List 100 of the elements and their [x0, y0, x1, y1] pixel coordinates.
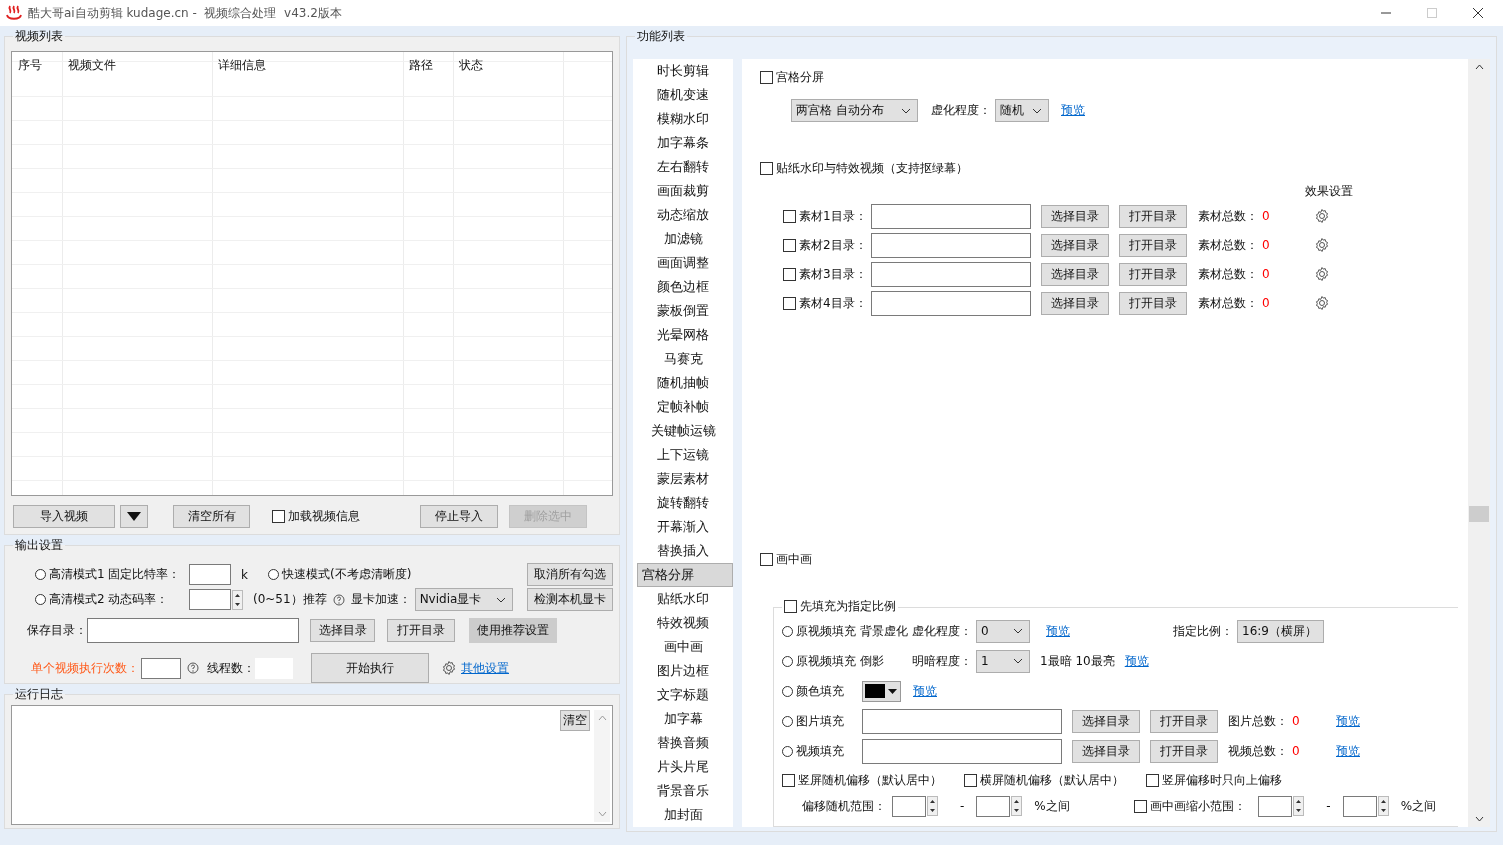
function-item[interactable]: 马赛克 [633, 347, 733, 371]
function-item[interactable]: 背景音乐 [633, 779, 733, 803]
settings-icon[interactable] [1314, 266, 1330, 282]
folder-field[interactable] [871, 232, 1031, 258]
radio-button[interactable]: 视频填充 [782, 742, 862, 760]
preview-link[interactable]: 预览 [913, 682, 937, 700]
scroll-down-icon[interactable] [1474, 816, 1484, 822]
checkbox[interactable]: 先填充为指定比例 [784, 598, 896, 615]
dropdown-button[interactable] [120, 505, 148, 528]
bitrate-field[interactable] [189, 564, 231, 585]
settings-icon[interactable] [1314, 237, 1330, 253]
function-item[interactable]: 画面裁剪 [633, 179, 733, 203]
number-field[interactable] [892, 795, 926, 817]
checkbox[interactable]: 素材1目录： [783, 207, 871, 225]
column-header[interactable]: 详细信息 [212, 52, 403, 76]
folder-field[interactable] [871, 261, 1031, 287]
radio-button[interactable]: 颜色填充 [782, 682, 862, 700]
function-item[interactable]: 加封面 [633, 803, 733, 827]
open-dir-button[interactable]: 打开目录 [1119, 204, 1187, 228]
function-item[interactable]: 特效视频 [633, 611, 733, 635]
spin-buttons-icon[interactable] [1377, 796, 1389, 816]
value-dropdown[interactable]: 0 [976, 619, 1030, 643]
function-item[interactable]: 贴纸水印 [633, 587, 733, 611]
number-field[interactable] [189, 589, 231, 610]
function-item[interactable]: 加字幕条 [633, 131, 733, 155]
checkbox[interactable]: 画中画 [760, 551, 812, 568]
choose-dir-button[interactable]: 选择目录 [1041, 204, 1109, 228]
run-count-field[interactable] [141, 657, 181, 679]
preview-link[interactable]: 预览 [1336, 742, 1360, 760]
function-item[interactable]: 宫格分屏 [637, 563, 733, 587]
number-field[interactable] [976, 795, 1011, 817]
checkbox[interactable]: 加载视频信息 [272, 508, 360, 525]
function-item[interactable]: 随机变速 [633, 83, 733, 107]
log-area[interactable]: 清空 [11, 705, 613, 825]
folder-field[interactable] [862, 738, 1062, 764]
function-item[interactable]: 替换插入 [633, 539, 733, 563]
function-item[interactable]: 颜色边框 [633, 275, 733, 299]
settings-icon[interactable] [441, 660, 457, 676]
layout-dropdown[interactable]: 两宫格 自动分布 [791, 99, 918, 122]
value-dropdown[interactable]: 1 [976, 649, 1030, 673]
function-item[interactable]: 蒙层素材 [633, 467, 733, 491]
recommended-settings-button[interactable]: 使用推荐设置 [469, 617, 557, 643]
import-video-button[interactable]: 导入视频 [13, 505, 115, 528]
checkbox[interactable]: 画中画缩小范围： [1134, 797, 1247, 815]
help-icon[interactable] [187, 662, 199, 674]
radio-button[interactable]: 快速模式(不考虑清晰度) [267, 566, 412, 583]
preview-link[interactable]: 预览 [1124, 652, 1149, 670]
function-item[interactable]: 上下运镜 [633, 443, 733, 467]
function-item[interactable]: 旋转翻转 [633, 491, 733, 515]
number-field[interactable] [1342, 795, 1377, 817]
spin-buttons-icon[interactable] [232, 589, 243, 610]
scrollbar-thumb[interactable] [1469, 506, 1489, 522]
number-field[interactable] [1258, 795, 1293, 817]
close-icon[interactable] [1473, 8, 1483, 18]
checkbox[interactable]: 素材3目录： [783, 265, 871, 283]
clear-log-button[interactable]: 清空 [560, 710, 590, 731]
open-dir-button[interactable]: 打开目录 [1119, 233, 1187, 257]
choose-dir-button[interactable]: 选择目录 [1072, 739, 1140, 763]
stop-import-button[interactable]: 停止导入 [420, 505, 498, 528]
choose-dir-button[interactable]: 选择目录 [1072, 709, 1140, 733]
function-item[interactable]: 光晕网格 [633, 323, 733, 347]
clear-all-button[interactable]: 清空所有 [173, 505, 250, 528]
function-item[interactable]: 画中画 [633, 635, 733, 659]
folder-field[interactable] [871, 203, 1031, 229]
start-button[interactable]: 开始执行 [311, 653, 429, 683]
radio-button[interactable]: 原视频填充 倒影 [782, 652, 912, 670]
checkbox[interactable]: 素材2目录： [783, 236, 871, 254]
function-item[interactable]: 图片边框 [633, 659, 733, 683]
settings-icon[interactable] [1314, 295, 1330, 311]
scrollbar[interactable] [1468, 59, 1490, 827]
help-icon[interactable] [332, 593, 345, 606]
open-dir-button[interactable]: 打开目录 [1119, 262, 1187, 286]
folder-field[interactable] [862, 708, 1062, 734]
settings-icon[interactable] [1314, 208, 1330, 224]
function-item[interactable]: 蒙板倒置 [633, 299, 733, 323]
function-item[interactable]: 时长剪辑 [633, 59, 733, 83]
checkbox[interactable]: 竖屏随机偏移（默认居中） [782, 771, 942, 789]
open-dir-button[interactable]: 打开目录 [387, 618, 455, 642]
column-header[interactable]: 状态 [453, 52, 563, 76]
function-item[interactable]: 动态缩放 [633, 203, 733, 227]
checkbox[interactable]: 竖屏偏移时只向上偏移 [1146, 771, 1282, 789]
function-item[interactable]: 左右翻转 [633, 155, 733, 179]
checkbox[interactable]: 宫格分屏 [760, 69, 824, 86]
function-item[interactable]: 加滤镜 [633, 227, 733, 251]
preview-link[interactable]: 预览 [1061, 102, 1085, 119]
function-item[interactable]: 开幕渐入 [633, 515, 733, 539]
spin-buttons-icon[interactable] [927, 796, 938, 816]
function-item[interactable]: 随机抽帧 [633, 371, 733, 395]
spin-buttons-icon[interactable] [1293, 796, 1305, 816]
ratio-dropdown[interactable]: 16:9（横屏） [1237, 619, 1324, 643]
radio-button[interactable]: 图片填充 [782, 712, 862, 730]
checkbox[interactable]: 贴纸水印与特效视频（支持抠绿幕） [760, 160, 968, 177]
save-dir-field[interactable] [87, 617, 299, 643]
gpu-dropdown[interactable]: Nvidia显卡 [414, 588, 513, 611]
radio-button[interactable]: 高清模式1 固定比特率： [35, 566, 189, 583]
checkbox[interactable]: 素材4目录： [783, 294, 871, 312]
radio-button[interactable]: 原视频填充 背景虚化 [782, 622, 912, 640]
scroll-up-icon[interactable] [1474, 64, 1484, 70]
function-item[interactable]: 模糊水印 [633, 107, 733, 131]
choose-dir-button[interactable]: 选择目录 [1041, 262, 1109, 286]
